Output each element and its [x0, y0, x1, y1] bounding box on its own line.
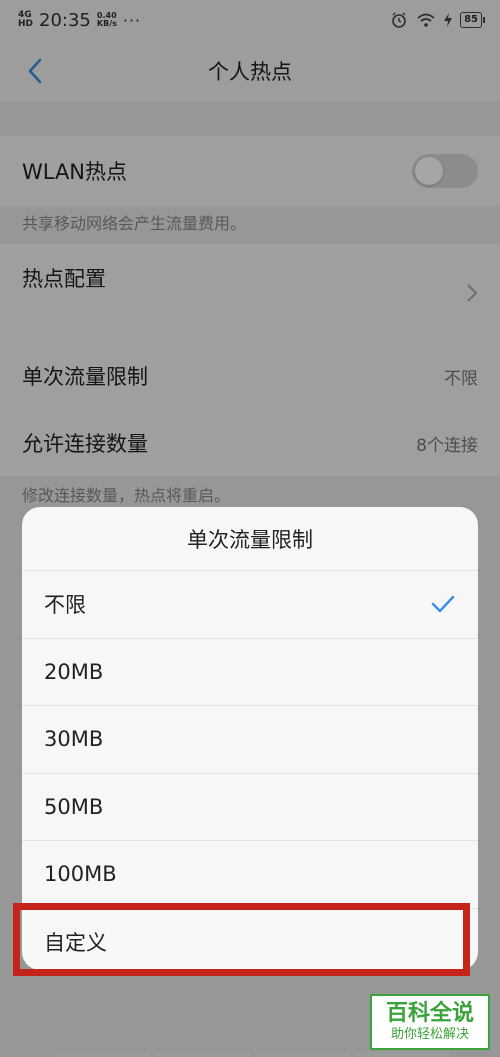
- option-label: 20MB: [44, 659, 104, 684]
- option-label: 不限: [44, 593, 86, 618]
- checkmark-icon: [431, 596, 455, 613]
- option-100mb[interactable]: 100MB: [22, 841, 478, 909]
- option-label: 50MB: [44, 794, 104, 819]
- option-50mb[interactable]: 50MB: [22, 774, 478, 841]
- watermark-logo: 百科全说 助你轻松解决: [370, 994, 490, 1050]
- option-label: 100MB: [44, 862, 117, 887]
- data-limit-sheet: 单次流量限制 不限 20MB 30MB 50MB 100MB 自定义: [22, 507, 478, 970]
- option-unlimited[interactable]: 不限: [22, 571, 478, 639]
- sheet-title: 单次流量限制: [22, 507, 478, 571]
- bottom-edge-segment: [56, 1051, 150, 1057]
- bottom-edge: [0, 1051, 500, 1057]
- watermark-brand: 百科全说: [385, 1001, 474, 1026]
- option-30mb[interactable]: 30MB: [22, 706, 478, 774]
- highlight-annotation: [13, 903, 470, 976]
- watermark-tagline: 助你轻松解决: [390, 1027, 469, 1042]
- option-20mb[interactable]: 20MB: [22, 639, 478, 706]
- bottom-edge-segment: [156, 1051, 250, 1057]
- bottom-edge-segment: [256, 1051, 350, 1057]
- option-label: 30MB: [44, 727, 104, 752]
- bottom-edge-segment: [356, 1051, 450, 1057]
